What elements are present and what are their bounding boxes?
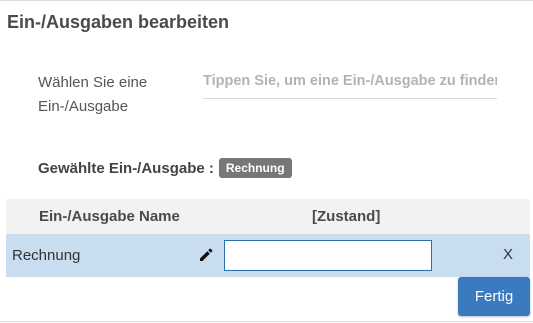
remove-row-button[interactable]: X — [503, 246, 513, 263]
search-input[interactable] — [203, 64, 497, 98]
pencil-icon[interactable] — [198, 247, 214, 263]
done-button[interactable]: Fertig — [458, 277, 530, 316]
top-divider — [0, 0, 533, 1]
column-header-state: [Zustand] — [312, 208, 381, 225]
table-row: Rechnung X — [6, 234, 530, 277]
column-header-name: Ein-/Ausgabe Name — [39, 208, 180, 225]
bottom-divider — [0, 321, 533, 322]
search-field-wrapper — [203, 64, 497, 99]
selected-label: Gewählte Ein-/Ausgabe : — [38, 159, 214, 177]
table-header: Ein-/Ausgabe Name [Zustand] — [6, 199, 530, 234]
chooser-label: Wählen Sie eine Ein-/Ausgabe — [38, 74, 148, 115]
selected-item-row: Gewählte Ein-/Ausgabe : Rechnung — [38, 157, 292, 179]
dialog-title: Ein-/Ausgaben bearbeiten — [7, 12, 230, 32]
selected-badge: Rechnung — [218, 158, 292, 178]
row-name-cell: Rechnung — [12, 247, 81, 264]
state-input[interactable] — [224, 240, 432, 271]
